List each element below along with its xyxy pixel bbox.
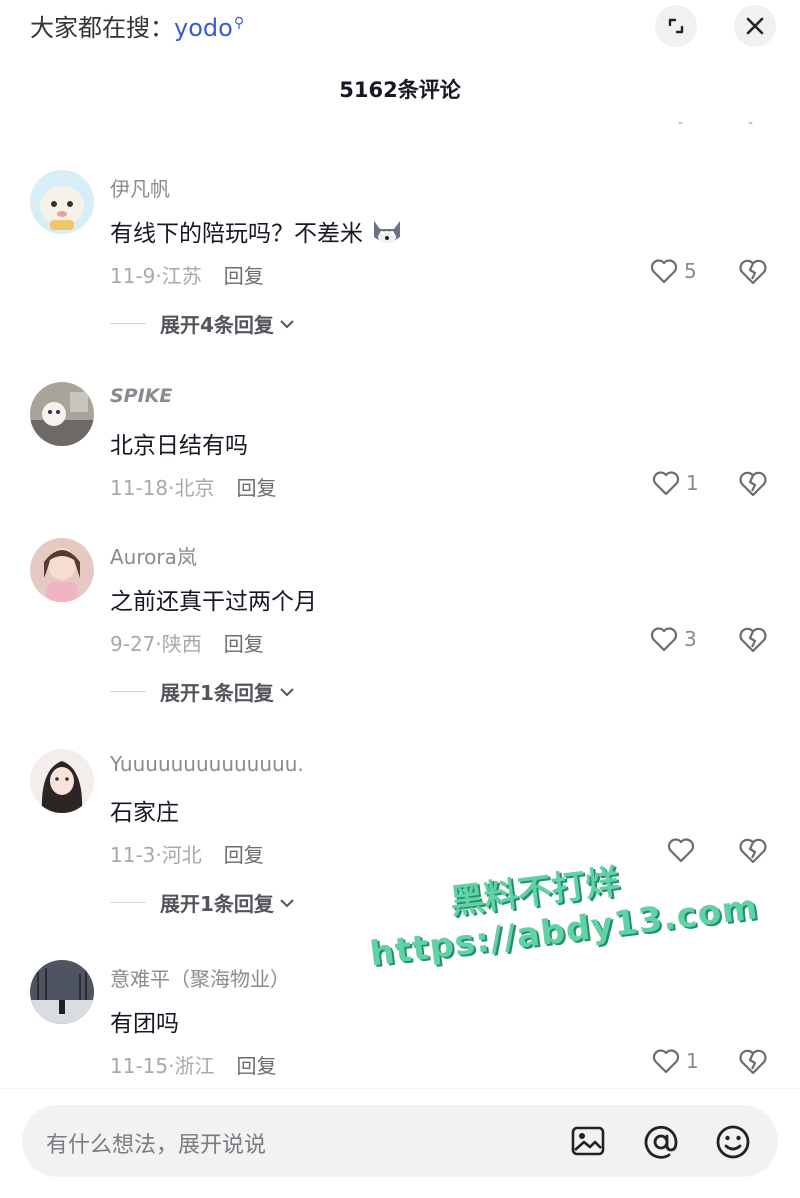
comment-text: 北京日结有吗 [110, 433, 248, 459]
avatar[interactable] [30, 538, 94, 602]
comment-meta: 11-15·浙江 回复 [110, 1054, 277, 1078]
chevron-down-icon [280, 898, 294, 907]
broken-heart-icon [739, 1049, 767, 1075]
watermark-line1: 黑料不打烊 [448, 861, 622, 923]
reply-button[interactable]: 回复 [236, 476, 276, 500]
comment-date: 11-15 [110, 1054, 169, 1078]
emoji-icon [716, 1125, 750, 1159]
comment-username[interactable]: SPIKE [110, 385, 172, 407]
avatar[interactable] [30, 170, 94, 234]
chevron-down-icon [280, 687, 294, 696]
heart-icon [652, 1049, 680, 1074]
expand-replies-button[interactable]: 展开1条回复 [110, 677, 296, 706]
like-count: 1 [686, 1049, 699, 1073]
comment-text: 有团吗 [110, 1011, 179, 1037]
heart-icon [650, 259, 678, 284]
close-button[interactable] [734, 5, 776, 47]
comment-location: 北京 [174, 476, 215, 500]
comment-location: 浙江 [174, 1054, 215, 1078]
image-icon [571, 1126, 605, 1156]
reply-button[interactable]: 回复 [224, 843, 264, 867]
avatar[interactable] [30, 749, 94, 813]
close-icon [746, 17, 764, 35]
comment-meta: 11-18·北京 回复 [110, 476, 277, 500]
avatar[interactable] [30, 382, 94, 446]
like-button[interactable]: 1 [652, 470, 699, 496]
expand-button[interactable] [655, 5, 697, 47]
comment-location: 河北 [161, 843, 202, 867]
husky-emoji-icon [374, 221, 401, 243]
comment-text-content: 有线下的陪玩吗？不差米 [110, 221, 363, 247]
expand-replies-button[interactable]: 展开4条回复 [110, 309, 296, 338]
dislike-button[interactable] [738, 1048, 768, 1080]
search-suggestion-prefix: 大家都在搜： [30, 14, 174, 42]
comment-date: 11-3 [110, 843, 156, 867]
chevron-down-icon [280, 319, 294, 328]
broken-heart-icon [739, 627, 767, 653]
heart-icon [652, 471, 680, 496]
comment-composer-bar: 有什么想法，展开说说 [0, 1088, 800, 1198]
expand-divider [110, 902, 146, 903]
expand-divider [110, 323, 146, 324]
expand-replies-label: 展开1条回复 [160, 892, 274, 916]
top-bar: 大家都在搜：yodo⚲ [0, 0, 800, 60]
comment-input-placeholder: 有什么想法，展开说说 [46, 1133, 267, 1158]
comment-meta: 9-27·陕西 回复 [110, 632, 264, 656]
comment-date: 11-9 [110, 264, 156, 288]
comment-input[interactable]: 有什么想法，展开说说 [22, 1105, 778, 1177]
comment-date: 9-27 [110, 632, 156, 656]
broken-heart-icon [739, 838, 767, 864]
comment-text: 有线下的陪玩吗？不差米 [110, 214, 404, 248]
expand-icon [668, 18, 684, 34]
watermark-line2: https://abdy13.com [367, 887, 761, 975]
comment-meta: 11-9·江苏 回复 [110, 264, 264, 288]
avatar[interactable] [30, 960, 94, 1024]
reply-button[interactable]: 回复 [236, 1054, 276, 1078]
expand-replies-label: 展开1条回复 [160, 681, 274, 705]
search-suggestion[interactable]: 大家都在搜：yodo⚲ [30, 8, 245, 43]
dislike-button[interactable] [738, 626, 768, 658]
emoji-button[interactable] [714, 1123, 752, 1165]
search-suggestion-keyword[interactable]: yodo [174, 14, 233, 42]
comment-location: 江苏 [161, 264, 202, 288]
at-icon [644, 1125, 678, 1159]
broken-heart-icon [739, 471, 767, 497]
expand-replies-button[interactable]: 展开1条回复 [110, 888, 296, 917]
comment-text: 石家庄 [110, 800, 179, 826]
heart-icon [650, 627, 678, 652]
reply-button[interactable]: 回复 [224, 264, 264, 288]
dislike-button[interactable] [738, 837, 768, 869]
like-button[interactable]: 3 [650, 626, 697, 652]
comment-date: 11-18 [110, 476, 169, 500]
comment-location: 陕西 [161, 632, 202, 656]
comment-username[interactable]: Aurora岚 [110, 541, 197, 570]
divider-dot: - [748, 115, 754, 131]
comment-username[interactable]: Yuuuuuuuuuuuuuu. [110, 752, 304, 776]
search-icon: ⚲ [233, 15, 245, 31]
comments-count-title: 5162条评论 [339, 78, 461, 102]
reply-button[interactable]: 回复 [224, 632, 264, 656]
like-button[interactable]: 1 [652, 1048, 699, 1074]
divider-dot: - [678, 115, 684, 131]
like-count: 1 [686, 471, 699, 495]
broken-heart-icon [739, 259, 767, 285]
mention-button[interactable] [642, 1123, 680, 1165]
comment-meta: 11-3·河北 回复 [110, 843, 264, 867]
heart-icon [667, 838, 695, 863]
comment-text: 之前还真干过两个月 [110, 589, 317, 615]
like-count: 5 [684, 259, 697, 283]
like-count: 3 [684, 627, 697, 651]
expand-divider [110, 691, 146, 692]
like-button[interactable]: 5 [650, 258, 697, 284]
dislike-button[interactable] [738, 258, 768, 290]
comment-username[interactable]: 意难平（聚海物业） [110, 963, 290, 992]
comment-username[interactable]: 伊凡帆 [110, 173, 170, 202]
image-button[interactable] [570, 1123, 606, 1163]
like-button[interactable] [667, 837, 701, 863]
expand-replies-label: 展开4条回复 [160, 313, 274, 337]
dislike-button[interactable] [738, 470, 768, 502]
